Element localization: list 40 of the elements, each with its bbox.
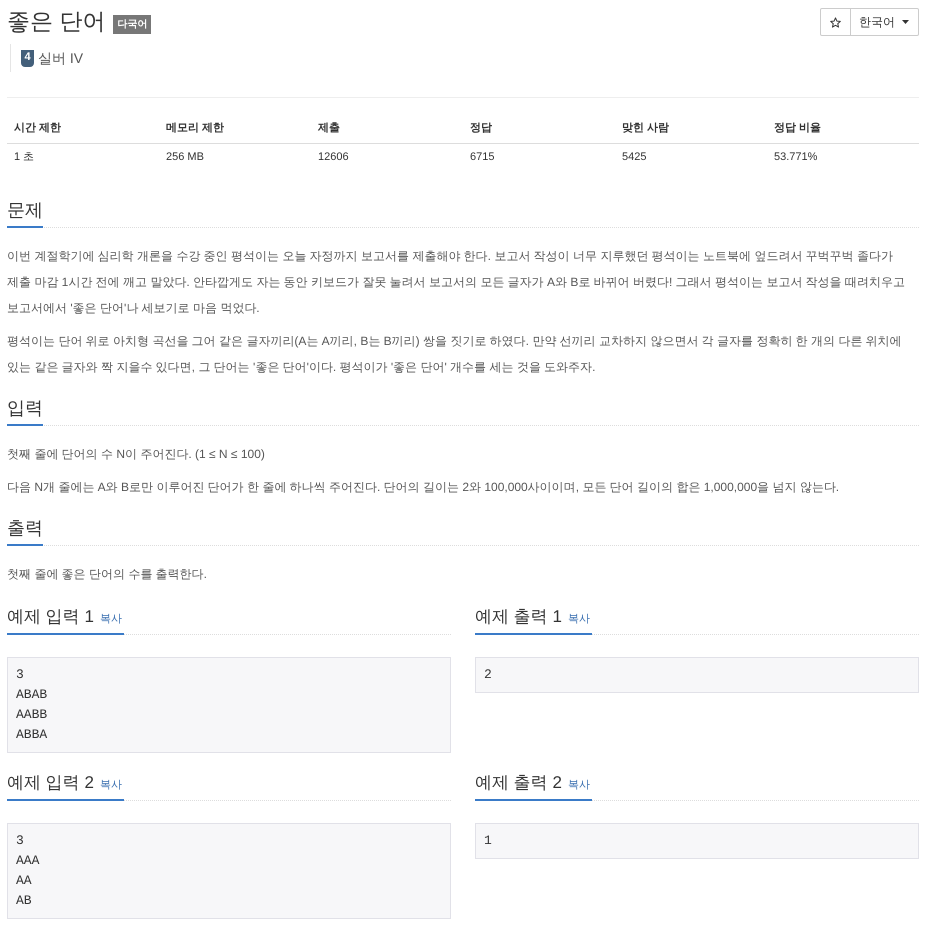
sample-code-block: 2: [475, 657, 919, 693]
tier-badge: 4: [21, 50, 34, 66]
sample-heading: 예제 입력 1: [7, 606, 94, 628]
sample-code-block: 1: [475, 823, 919, 859]
sample-heading: 예제 입력 2: [7, 772, 94, 794]
column-header: 시간 제한: [7, 113, 159, 143]
table-cell: 6715: [463, 143, 615, 171]
table-cell: 256 MB: [159, 143, 311, 171]
sample-code-block: 3 ABAB AABB ABBA: [7, 657, 451, 753]
table-cell: 53.771%: [767, 143, 919, 171]
column-header: 정답: [463, 113, 615, 143]
sample-heading: 예제 출력 1: [475, 606, 562, 628]
description-paragraph: 첫째 줄에 단어의 수 N이 주어진다. (1 ≤ N ≤ 100): [7, 446, 266, 463]
copy-link[interactable]: 복사: [100, 611, 122, 628]
section-heading: 문제: [7, 196, 43, 228]
star-icon: [830, 16, 841, 28]
language-dropdown[interactable]: 한국어: [850, 8, 919, 36]
sample-code-block: 3 AAA AA AB: [7, 823, 451, 919]
favorite-button[interactable]: [820, 8, 851, 36]
description-paragraph: 이번 계절학기에 심리학 개론을 수강 중인 평석이는 오늘 자정까지 보고서를 제출해야 한다. 보고서 작성이 너무 지루했던 평석이는 노트북에 엎드려서 꾸벅꾸벅 졸다가 제출 마감 1시간 전에 깨고 말았다. 안타깝게도 자는 동안 키보드가 잘못 눌려서 보고서의 모든 글자가 A와 B로 바뀌어 버렸다! 그래서 평석이는 보고서 작성을 때려치우고 보고서에서 '좋은 단어'나 세보기로 마음 먹었다.: [7, 248, 906, 317]
table-cell: 1 초: [7, 143, 159, 171]
problem-title: 좋은 단어: [7, 7, 106, 36]
section-heading: 출력: [7, 514, 43, 546]
table-cell: 12606: [311, 143, 463, 171]
copy-link[interactable]: 복사: [568, 777, 590, 794]
sample-heading: 예제 출력 2: [475, 772, 562, 794]
tier-label: 실버 IV: [38, 48, 84, 68]
copy-link[interactable]: 복사: [100, 777, 122, 794]
column-header: 정답 비율: [767, 113, 919, 143]
column-header: 맞힌 사람: [615, 113, 767, 143]
caret-icon: [902, 20, 909, 24]
language-badge: 다국어: [113, 14, 152, 34]
description-paragraph: 첫째 줄에 좋은 단어의 수를 출력한다.: [7, 566, 208, 583]
description-paragraph: 평석이는 단어 위로 아치형 곡선을 그어 같은 글자끼리(A는 A끼리, B는 B끼리) 쌍을 짓기로 하였다. 만약 선끼리 교차하지 않으면서 각 글자를 정확히 한 개의 다른 위치에 있는 같은 글자와 짝 지을수 있다면, 그 단어는 '좋은 단어'이다. 평석이가 '좋은 단어' 개수를 세는 것을 도와주자.: [7, 333, 903, 376]
section-heading: 입력: [7, 394, 43, 426]
column-header: 제출: [311, 113, 463, 143]
description-paragraph: 다음 N개 줄에는 A와 B로만 이루어진 단어가 한 줄에 하나씩 주어진다. 단어의 길이는 2와 100,000사이이며, 모든 단어 길이의 합은 1,000,000을 넘지 않는다.: [7, 479, 840, 496]
table-cell: 5425: [615, 143, 767, 171]
column-header: 메모리 제한: [159, 113, 311, 143]
copy-link[interactable]: 복사: [568, 611, 590, 628]
